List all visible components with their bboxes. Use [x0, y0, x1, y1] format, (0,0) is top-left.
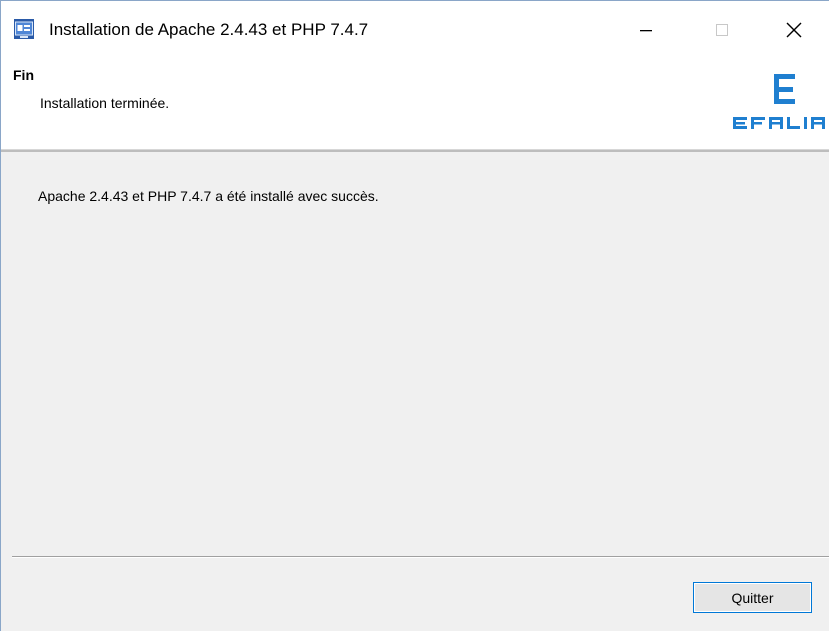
minimize-button[interactable] — [623, 11, 669, 49]
installer-app-icon — [14, 19, 34, 39]
footer: Quitter — [1, 558, 829, 631]
window-title: Installation de Apache 2.4.43 et PHP 7.4… — [49, 20, 369, 39]
close-icon — [786, 22, 802, 38]
success-message: Apache 2.4.43 et PHP 7.4.7 a été install… — [38, 188, 379, 204]
header-panel: Fin Installation terminée. — [1, 52, 829, 150]
content-area: Apache 2.4.43 et PHP 7.4.7 a été install… — [1, 152, 829, 556]
efalia-logo — [733, 74, 825, 129]
quit-button[interactable]: Quitter — [693, 582, 812, 613]
maximize-icon — [716, 24, 728, 36]
close-button[interactable] — [771, 11, 817, 49]
minimize-icon — [640, 30, 652, 32]
page-title: Fin — [13, 67, 34, 83]
installer-window: Installation de Apache 2.4.43 et PHP 7.4… — [0, 0, 829, 631]
title-bar[interactable]: Installation de Apache 2.4.43 et PHP 7.4… — [1, 1, 829, 52]
page-subtitle: Installation terminée. — [40, 95, 170, 111]
maximize-button[interactable] — [699, 11, 745, 49]
